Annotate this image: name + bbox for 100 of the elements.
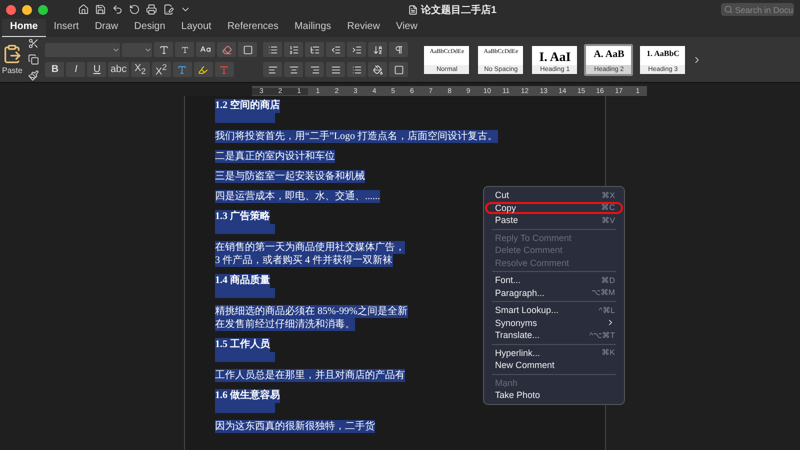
align-right-icon — [310, 64, 320, 74]
ribbon-tab[interactable]: Home — [2, 18, 46, 38]
align-left-button[interactable] — [263, 62, 282, 77]
format-button[interactable]: X$_{2}$ — [130, 62, 150, 77]
body-text: 二是真正的室内设计和车位 — [215, 150, 335, 163]
document-icon — [408, 5, 418, 15]
sort-icon — [372, 44, 383, 54]
section-heading: 1.3 广告策略 — [215, 210, 270, 224]
menu-item[interactable]: Hyperlink... ⌘K — [485, 346, 623, 359]
body-text: 工作人员总是在那里，并且对商店的产品有 — [215, 369, 405, 382]
format-button[interactable]: B — [45, 62, 64, 77]
menu-item[interactable]: Paragraph... ⌥⌘M — [485, 286, 623, 299]
justify-button[interactable] — [326, 62, 346, 77]
change-case-button[interactable] — [196, 42, 216, 57]
body-text: 我们将投资首先，用“二手”Logo 打造点名，店面空间设计复古。 — [215, 130, 498, 143]
ribbon-tab[interactable]: Design — [126, 18, 174, 38]
decrease-indent-icon — [330, 44, 341, 54]
clear-formatting-icon — [222, 44, 232, 54]
ribbon-tab[interactable]: References — [219, 18, 286, 38]
window-title: 论文题目二手店1 — [421, 3, 497, 17]
body-text: 精挑细选的商品必须在 85%-99%之间是全新 — [215, 305, 408, 318]
menu-item[interactable]: Cut ⌘X — [485, 189, 623, 202]
menu-item[interactable]: New Comment — [485, 359, 623, 372]
home-icon[interactable] — [78, 4, 89, 15]
align-center-icon — [288, 64, 299, 74]
format-button[interactable]: U — [87, 62, 106, 77]
font-effects-button[interactable] — [172, 62, 192, 77]
zoom-button[interactable] — [38, 4, 48, 14]
menu-item[interactable]: Translate... ^⌥⌘T — [485, 329, 623, 342]
save-icon[interactable] — [95, 4, 106, 15]
sort-button[interactable] — [368, 42, 388, 57]
menu-item[interactable]: Font... ⌘D — [485, 274, 623, 286]
font-name-field[interactable] — [45, 42, 120, 56]
minimize-button[interactable] — [22, 4, 32, 14]
ribbon-tab[interactable]: Layout — [173, 18, 220, 38]
font-effects-icon — [177, 64, 188, 74]
body-text: 三是与防盗室一起安装设备和机械 — [215, 170, 365, 183]
clear-formatting-button[interactable] — [217, 42, 236, 57]
menu-item[interactable]: Take Photo — [485, 389, 623, 402]
ribbon-tab[interactable]: Insert — [46, 18, 87, 38]
decrease-indent-button[interactable] — [326, 42, 346, 57]
format-button[interactable]: abc — [108, 62, 129, 77]
justify-icon — [330, 64, 341, 74]
text-box-button[interactable] — [238, 42, 258, 57]
body-text: 因为这东西真的很新很独特，二手货 — [215, 420, 375, 433]
multilevel-list-button[interactable] — [305, 42, 324, 57]
shrink-font-icon — [180, 46, 189, 54]
font-size-field[interactable] — [122, 42, 152, 56]
numbering-icon — [288, 44, 299, 54]
numbering-button[interactable] — [284, 42, 304, 57]
format-button[interactable]: I — [66, 62, 86, 77]
paint-bucket-button[interactable] — [368, 62, 388, 77]
shrink-font-button[interactable] — [175, 42, 194, 57]
grow-font-button[interactable] — [154, 42, 174, 57]
format-button[interactable]: X$^{2}$ — [152, 62, 171, 77]
selection-highlight — [215, 352, 275, 362]
menu-item[interactable]: Synonyms — [485, 316, 623, 329]
align-right-button[interactable] — [305, 62, 324, 77]
body-text: 四是运营成本，即电、水、交通、...... — [215, 190, 380, 203]
ribbon-tab[interactable]: Mailings — [286, 18, 340, 38]
selection-highlight — [215, 288, 275, 298]
borders-button[interactable] — [389, 62, 408, 77]
line-spacing-button[interactable] — [347, 62, 366, 77]
close-button[interactable] — [6, 4, 16, 14]
copy-icon[interactable] — [28, 54, 40, 65]
scissors-icon[interactable] — [28, 38, 40, 49]
font-color-button[interactable] — [214, 62, 234, 77]
body-text: 3 件产品，或者购买 4 件并获得一双新袜 — [215, 254, 392, 267]
menu-item[interactable]: Paste ⌘V — [485, 214, 623, 226]
align-center-button[interactable] — [284, 62, 304, 77]
pilcrow-button[interactable] — [389, 42, 408, 57]
chevron-right-icon — [606, 318, 615, 328]
ribbon-tab[interactable]: Draw — [86, 18, 126, 38]
ribbon-tab[interactable]: View — [388, 18, 426, 38]
font-color-icon — [219, 64, 230, 74]
paintbrush-icon[interactable] — [28, 70, 40, 81]
align-left-icon — [268, 64, 278, 74]
printer-icon[interactable] — [146, 4, 157, 15]
borders-icon — [394, 64, 404, 74]
selection-highlight — [215, 224, 275, 234]
highlighter-button[interactable] — [194, 62, 213, 77]
increase-indent-button[interactable] — [347, 42, 366, 57]
menu-item[interactable]: Smart Lookup... ^⌘L — [485, 304, 623, 316]
paint-bucket-icon — [372, 64, 383, 74]
section-heading: 1.4 商品质量 — [215, 274, 270, 288]
edit-document-icon[interactable] — [163, 4, 174, 15]
increase-indent-icon — [352, 44, 362, 54]
bullets-button[interactable] — [263, 42, 282, 57]
paste-button[interactable]: Paste — [2, 44, 22, 75]
selection-highlight — [215, 113, 275, 123]
text-box-icon — [242, 44, 253, 54]
section-heading: 1.2 空间的商店 — [215, 99, 280, 113]
highlighter-icon — [198, 64, 208, 74]
section-heading: 1.6 做生意容易 — [215, 389, 280, 403]
ribbon-tab[interactable]: Review — [339, 18, 388, 38]
search-icon — [724, 5, 733, 14]
redo-icon[interactable] — [129, 4, 140, 15]
change-case-icon — [200, 44, 212, 55]
undo-icon[interactable] — [112, 4, 123, 15]
menu-item[interactable]: Copy ⌘C — [485, 202, 623, 214]
